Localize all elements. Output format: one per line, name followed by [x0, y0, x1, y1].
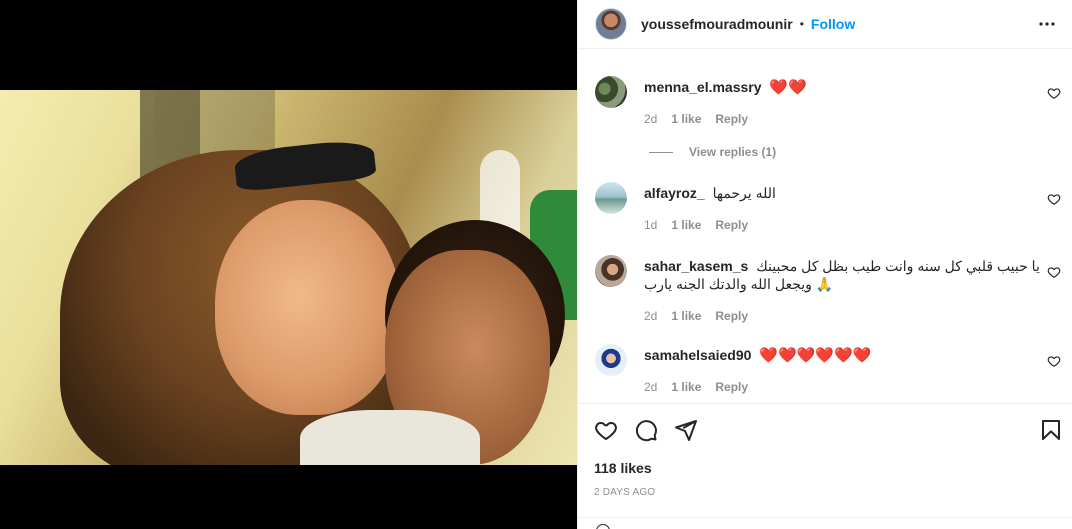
post-timestamp[interactable]: 2 days ago [594, 487, 655, 498]
bookmark-icon[interactable] [1039, 418, 1063, 442]
commenter-avatar[interactable] [595, 255, 627, 287]
comment-likes[interactable]: 1 like [671, 380, 701, 394]
comments-list[interactable]: menna_el.massry ❤️❤️ 2d 1 like Reply Vie… [578, 50, 1072, 403]
post-actions: 118 likes 2 days ago [578, 403, 1072, 529]
comment-meta: 1d 1 like Reply [644, 218, 748, 232]
view-replies-label[interactable]: View replies (1) [689, 145, 776, 159]
author-avatar[interactable] [595, 8, 627, 40]
likes-count[interactable]: 118 likes [594, 460, 652, 476]
reply-button[interactable]: Reply [715, 380, 748, 394]
comment-meta: 2d 1 like Reply [644, 380, 748, 394]
author-username[interactable]: youssefmouradmounir [641, 16, 793, 32]
more-options-icon[interactable] [1035, 12, 1059, 36]
follow-button[interactable]: Follow [811, 16, 855, 32]
comment-meta: 2d 1 like Reply [644, 309, 748, 323]
post-side-panel: youssefmouradmounir • Follow menna_el.ma… [577, 0, 1072, 529]
comment-time[interactable]: 2d [644, 309, 657, 323]
commenter-username[interactable]: sahar_kasem_s [644, 258, 748, 274]
comment-time[interactable]: 1d [644, 218, 657, 232]
emoji-icon[interactable] [596, 524, 610, 529]
view-replies-button[interactable]: View replies (1) [649, 145, 776, 159]
comment-text: ❤️❤️❤️❤️❤️❤️ [759, 347, 872, 364]
commenter-avatar[interactable] [595, 76, 627, 108]
reply-button[interactable]: Reply [715, 218, 748, 232]
header-separator: • [799, 17, 804, 31]
comment-like-icon[interactable] [1047, 192, 1061, 206]
post-photo[interactable] [0, 90, 577, 465]
action-buttons [594, 418, 698, 442]
comment-body: sahar_kasem_s يا حبيب قلبي كل سنه وانت ط… [644, 257, 1044, 293]
comment-time[interactable]: 2d [644, 380, 657, 394]
comment-time[interactable]: 2d [644, 112, 657, 126]
comment-like-icon[interactable] [1047, 265, 1061, 279]
comment-body: menna_el.massry ❤️❤️ [644, 78, 1024, 97]
comment-likes[interactable]: 1 like [671, 218, 701, 232]
comment-text: ❤️❤️ [769, 79, 807, 96]
comment-likes[interactable]: 1 like [671, 309, 701, 323]
share-icon[interactable] [674, 418, 698, 442]
reply-button[interactable]: Reply [715, 309, 748, 323]
reply-button[interactable]: Reply [715, 112, 748, 126]
commenter-avatar[interactable] [595, 344, 627, 376]
add-comment-divider [578, 517, 1072, 518]
post-media [0, 0, 577, 529]
commenter-username[interactable]: menna_el.massry [644, 79, 762, 95]
comment-like-icon[interactable] [1047, 354, 1061, 368]
commenter-username[interactable]: samahelsaied90 [644, 347, 751, 363]
commenter-avatar[interactable] [595, 182, 627, 214]
comment-like-icon[interactable] [1047, 86, 1061, 100]
view-replies-line [649, 151, 673, 153]
heart-icon[interactable] [594, 418, 618, 442]
post-header: youssefmouradmounir • Follow [578, 0, 1072, 49]
comment-body: alfayroz_ الله يرحمها [644, 184, 1024, 202]
comment-text: الله يرحمها [712, 185, 776, 201]
comment-body: samahelsaied90 ❤️❤️❤️❤️❤️❤️ [644, 346, 1024, 365]
comment-icon[interactable] [634, 418, 658, 442]
comment-meta: 2d 1 like Reply [644, 112, 748, 126]
commenter-username[interactable]: alfayroz_ [644, 185, 705, 201]
comment-likes[interactable]: 1 like [671, 112, 701, 126]
